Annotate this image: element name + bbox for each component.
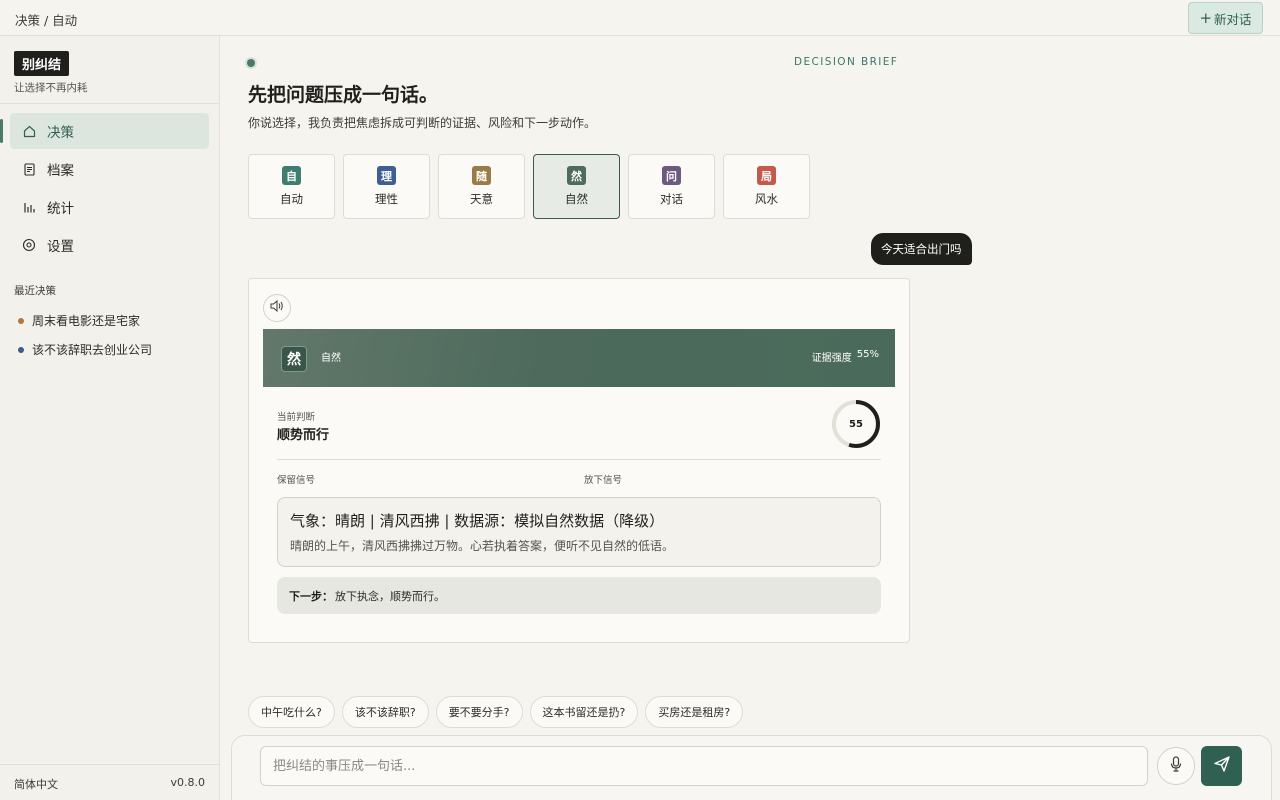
- judgment-value: 顺势而行: [277, 428, 330, 443]
- composer: [231, 735, 1272, 800]
- voice-input-button[interactable]: [1157, 747, 1195, 785]
- speaker-icon: [270, 299, 284, 316]
- message-input[interactable]: [260, 746, 1148, 786]
- sidebar-divider: [0, 103, 219, 104]
- judgment-label: 当前判断: [277, 412, 316, 423]
- score-value: 55: [849, 418, 863, 430]
- suggestion-chip[interactable]: 中午吃什么?: [248, 696, 335, 728]
- evidence-strength-value: 55%: [856, 349, 879, 360]
- sidebar-item-settings[interactable]: 设置: [10, 227, 209, 263]
- sidebar-nav: 决策 档案 统计 设置: [0, 113, 209, 265]
- mode-badge: 问: [662, 166, 681, 185]
- new-chat-button[interactable]: + 新对话: [1188, 2, 1263, 34]
- next-step-text: 放下执念，顺势而行。: [335, 589, 445, 603]
- brand-logo[interactable]: 别纠结: [14, 51, 70, 76]
- sidebar-item-archive[interactable]: 档案: [10, 151, 209, 187]
- page-title: 先把问题压成一句话。: [248, 84, 439, 106]
- suggestion-chip[interactable]: 该不该辞职?: [341, 696, 429, 728]
- recent-decision-item[interactable]: 该不该辞职去创业公司: [18, 335, 152, 364]
- suggestion-chips: 中午吃什么? 该不该辞职? 要不要分手? 这本书留还是扔? 买房还是租房?: [248, 696, 744, 728]
- sidebar-item-label: 设置: [47, 239, 74, 255]
- page-subtitle: 你说选择，我负责把焦虑拆成可判断的证据、风险和下一步动作。: [248, 116, 597, 130]
- keep-signal-label: 保留信号: [277, 475, 316, 486]
- speaker-button[interactable]: [263, 294, 291, 322]
- evidence-title: 气象：晴朗 | 清风西拂 | 数据源：模拟自然数据（降级）: [290, 512, 665, 530]
- version-label: v0.8.0: [170, 776, 206, 789]
- mode-badge: 随: [472, 166, 491, 185]
- plus-icon: +: [1199, 8, 1213, 27]
- next-step-box: 下一步： 放下执念，顺势而行。: [277, 577, 881, 614]
- evidence-strength-label: 证据强度: [811, 353, 852, 364]
- bar-chart-icon: [22, 200, 36, 214]
- top-bar: 决策 / 自动 + 新对话: [0, 0, 1280, 36]
- mode-badge: 然: [567, 166, 586, 185]
- next-step-label: 下一步：: [289, 589, 333, 603]
- gear-icon: [22, 238, 36, 252]
- mode-auto[interactable]: 自 自动: [248, 154, 335, 219]
- card-divider: [277, 459, 881, 460]
- drop-signal-label: 放下信号: [584, 475, 623, 486]
- mode-label: 对话: [660, 192, 683, 206]
- document-icon: [22, 162, 36, 176]
- sidebar-footer: 简体中文 v0.8.0: [0, 764, 219, 800]
- recent-decision-label: 周末看电影还是宅家: [32, 314, 141, 328]
- status-indicator: [247, 59, 255, 67]
- mode-badge: 自: [282, 166, 301, 185]
- mode-badge: 然: [281, 346, 307, 372]
- suggestion-chip[interactable]: 买房还是租房?: [645, 696, 744, 728]
- mode-label: 天意: [470, 192, 493, 206]
- send-button[interactable]: [1201, 746, 1242, 786]
- recent-decision-label: 该不该辞职去创业公司: [32, 343, 153, 357]
- evidence-box: 气象：晴朗 | 清风西拂 | 数据源：模拟自然数据（降级） 晴朗的上午，清风西拂…: [277, 497, 881, 567]
- language-selector[interactable]: 简体中文: [14, 776, 58, 792]
- mode-label: 自然: [565, 192, 588, 206]
- mode-selector: 自 自动 理 理性 随 天意 然 自然 问 对话 局 风水: [248, 154, 810, 219]
- mode-dialogue[interactable]: 问 对话: [628, 154, 715, 219]
- evidence-description: 晴朗的上午，清风西拂拂过万物。心若执着答案，便听不见自然的低语。: [290, 539, 675, 553]
- sidebar-item-stats[interactable]: 统计: [10, 189, 209, 225]
- breadcrumb: 决策 / 自动: [15, 13, 78, 28]
- mode-label: 风水: [755, 192, 778, 206]
- sidebar-item-label: 决策: [47, 125, 74, 141]
- sidebar-item-label: 统计: [47, 201, 74, 217]
- microphone-icon: [1170, 756, 1182, 776]
- recent-decision-item[interactable]: 周末看电影还是宅家: [18, 306, 152, 335]
- sidebar: 别纠结 让选择不再内耗 决策 档案 统计 设置 最近决策 周末看电影还是宅家 该…: [0, 36, 220, 800]
- main-panel: DECISION BRIEF 先把问题压成一句话。 你说选择，我负责把焦虑拆成可…: [220, 36, 1280, 800]
- status-dot: [18, 317, 24, 324]
- recent-decisions-list: 周末看电影还是宅家 该不该辞职去创业公司: [18, 306, 152, 364]
- sidebar-item-decision[interactable]: 决策: [0, 113, 209, 149]
- evidence-strength: 证据强度 55%: [812, 349, 879, 364]
- mode-rational[interactable]: 理 理性: [343, 154, 430, 219]
- score-ring: 55: [831, 399, 881, 449]
- mode-fengshui[interactable]: 局 风水: [723, 154, 810, 219]
- mode-badge: 理: [377, 166, 396, 185]
- user-message-bubble: 今天适合出门吗: [871, 233, 972, 265]
- mode-label: 理性: [375, 192, 398, 206]
- mode-badge: 局: [757, 166, 776, 185]
- recent-decisions-title: 最近决策: [14, 285, 56, 297]
- mode-name: 自然: [321, 353, 341, 364]
- home-icon: [22, 124, 36, 138]
- suggestion-chip[interactable]: 这本书留还是扔?: [529, 696, 639, 728]
- new-chat-label: 新对话: [1214, 11, 1252, 27]
- send-icon: [1213, 755, 1231, 777]
- decision-brief-tag: DECISION BRIEF: [794, 56, 899, 68]
- sidebar-item-label: 档案: [47, 163, 74, 179]
- decision-card: 然 自然 证据强度 55% 当前判断 顺势而行 55 保留信号 放下信号 气象：…: [248, 278, 910, 643]
- suggestion-chip[interactable]: 要不要分手?: [435, 696, 523, 728]
- mode-label: 自动: [280, 192, 303, 206]
- mode-banner: 然 自然 证据强度 55%: [263, 329, 895, 387]
- mode-nature[interactable]: 然 自然: [533, 154, 620, 219]
- mode-fate[interactable]: 随 天意: [438, 154, 525, 219]
- brand-tagline: 让选择不再内耗: [14, 82, 88, 94]
- status-dot: [18, 346, 24, 353]
